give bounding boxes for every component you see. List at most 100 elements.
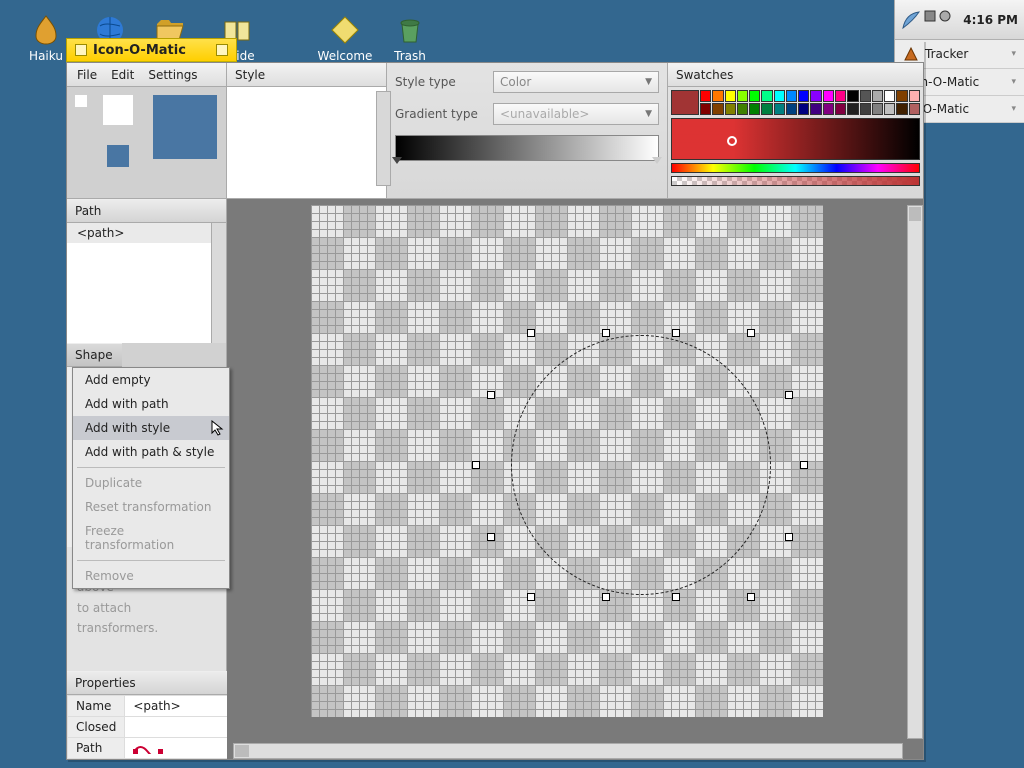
swatch-cell[interactable] xyxy=(786,90,797,102)
handle-icon[interactable] xyxy=(747,329,755,337)
menu-item-add-with-style[interactable]: Add with style xyxy=(73,416,229,440)
scrollbar-vertical[interactable] xyxy=(376,91,391,186)
swatch-cell[interactable] xyxy=(823,90,834,102)
handle-icon[interactable] xyxy=(785,391,793,399)
handle-icon[interactable] xyxy=(527,329,535,337)
swatch-cell[interactable] xyxy=(823,103,834,115)
path-item[interactable]: <path> xyxy=(67,223,226,243)
swatch-cell[interactable] xyxy=(810,90,821,102)
swatch-cell[interactable] xyxy=(798,103,809,115)
swatch-cell[interactable] xyxy=(872,90,883,102)
selection-ellipse[interactable] xyxy=(511,335,771,595)
canvas[interactable] xyxy=(311,205,823,717)
tray-disk-icon[interactable] xyxy=(924,10,936,30)
preview-32b xyxy=(107,145,129,167)
swatch-cell[interactable] xyxy=(725,90,736,102)
handle-icon[interactable] xyxy=(785,533,793,541)
handle-icon[interactable] xyxy=(747,593,755,601)
style-type-combo[interactable]: Color▼ xyxy=(493,71,659,93)
menu-file[interactable]: File xyxy=(77,68,97,82)
menu-item-remove: Remove xyxy=(73,564,229,588)
gradient-type-label: Gradient type xyxy=(395,107,485,121)
scrollbar-horizontal[interactable] xyxy=(233,743,903,759)
handle-icon[interactable] xyxy=(472,461,480,469)
swatch-cell[interactable] xyxy=(860,103,871,115)
path-panel-header: Path xyxy=(67,199,226,223)
handle-icon[interactable] xyxy=(602,593,610,601)
swatch-cell[interactable] xyxy=(761,103,772,115)
scrollbar-vertical[interactable] xyxy=(907,205,923,739)
handle-icon[interactable] xyxy=(672,593,680,601)
menu-item-freeze-transform: Freeze transformation xyxy=(73,519,229,557)
swatch-cell[interactable] xyxy=(712,103,723,115)
swatch-cell[interactable] xyxy=(725,103,736,115)
feather-icon[interactable] xyxy=(901,10,921,30)
path-preview-icon xyxy=(133,742,163,754)
swatch-cell[interactable] xyxy=(786,103,797,115)
handle-icon[interactable] xyxy=(800,461,808,469)
swatch-cell[interactable] xyxy=(896,90,907,102)
hue-slider[interactable] xyxy=(671,163,920,173)
swatch-cell[interactable] xyxy=(810,103,821,115)
style-list[interactable] xyxy=(227,87,387,199)
swatch-cell[interactable] xyxy=(884,90,895,102)
menu-item-add-with-path-style[interactable]: Add with path & style xyxy=(73,440,229,464)
clock[interactable]: 4:16 PM xyxy=(963,13,1018,27)
preview-32 xyxy=(103,95,133,125)
gradient-preview[interactable] xyxy=(395,135,659,161)
task-label: Tracker xyxy=(925,47,968,61)
scrollbar-vertical[interactable] xyxy=(211,223,226,343)
menu-item-add-with-path[interactable]: Add with path xyxy=(73,392,229,416)
swatch-cell[interactable] xyxy=(749,103,760,115)
shape-panel-header[interactable]: Shape xyxy=(67,343,122,367)
current-color-swatch[interactable] xyxy=(671,90,699,115)
swatch-cell[interactable] xyxy=(774,103,785,115)
tray-net-icon[interactable] xyxy=(939,10,951,30)
menu-edit[interactable]: Edit xyxy=(111,68,134,82)
picker-dot-icon xyxy=(727,136,737,146)
handle-icon[interactable] xyxy=(602,329,610,337)
color-picker[interactable] xyxy=(671,118,920,160)
swatch-cell[interactable] xyxy=(884,103,895,115)
handle-icon[interactable] xyxy=(487,391,495,399)
preview-64 xyxy=(153,95,217,159)
window-zoom-icon[interactable] xyxy=(216,44,228,56)
swatch-cell[interactable] xyxy=(761,90,772,102)
titlebar[interactable]: Icon-O-Matic xyxy=(66,38,237,62)
swatch-cell[interactable] xyxy=(700,103,711,115)
style-type-label: Style type xyxy=(395,75,485,89)
canvas-area[interactable] xyxy=(227,199,923,759)
swatch-cell[interactable] xyxy=(835,103,846,115)
handle-icon[interactable] xyxy=(527,593,535,601)
swatch-cell[interactable] xyxy=(798,90,809,102)
swatch-cell[interactable] xyxy=(749,90,760,102)
handle-icon[interactable] xyxy=(487,533,495,541)
swatch-cell[interactable] xyxy=(860,90,871,102)
swatch-cell[interactable] xyxy=(909,103,920,115)
swatch-cell[interactable] xyxy=(774,90,785,102)
swatch-grid xyxy=(671,90,920,115)
path-list[interactable]: <path> xyxy=(67,223,226,343)
window-close-icon[interactable] xyxy=(75,44,87,56)
swatch-cell[interactable] xyxy=(872,103,883,115)
swatch-cell[interactable] xyxy=(712,90,723,102)
swatch-cell[interactable] xyxy=(737,103,748,115)
swatch-cell[interactable] xyxy=(847,90,858,102)
alpha-slider[interactable] xyxy=(671,176,920,186)
prop-closed-label: Closed xyxy=(68,717,125,738)
menu-item-add-empty[interactable]: Add empty xyxy=(73,368,229,392)
cursor-icon xyxy=(211,420,227,436)
menu-item-reset-transform: Reset transformation xyxy=(73,495,229,519)
swatch-cell[interactable] xyxy=(847,103,858,115)
swatch-cell[interactable] xyxy=(700,90,711,102)
preview-16 xyxy=(75,95,87,107)
system-tray: 4:16 PM xyxy=(895,0,1024,40)
swatch-cell[interactable] xyxy=(909,90,920,102)
menu-separator xyxy=(77,467,225,468)
swatch-cell[interactable] xyxy=(737,90,748,102)
menu-settings[interactable]: Settings xyxy=(148,68,197,82)
swatch-cell[interactable] xyxy=(835,90,846,102)
swatch-cell[interactable] xyxy=(896,103,907,115)
chevron-down-icon: ▾ xyxy=(1011,49,1016,59)
handle-icon[interactable] xyxy=(672,329,680,337)
